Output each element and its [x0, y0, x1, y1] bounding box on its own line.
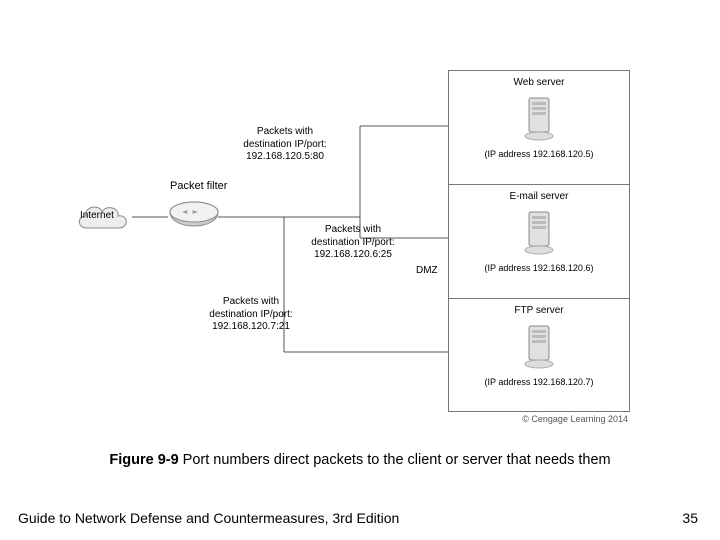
server-cell-ftp: FTP server (IP address 192.168.120.7): [449, 299, 629, 412]
server-icon: [449, 320, 629, 373]
server-ip: (IP address 192.168.120.7): [449, 377, 629, 387]
text: destination IP/port:: [311, 237, 394, 248]
packet-label-ftp: Packets with destination IP/port: 192.16…: [196, 296, 306, 334]
footer-book-title: Guide to Network Defense and Countermeas…: [18, 510, 399, 526]
text: destination IP/port:: [209, 309, 292, 320]
text: Packets with: [257, 126, 313, 137]
footer-page-number: 35: [682, 510, 698, 526]
text: Packets with: [223, 296, 279, 307]
text: 192.168.120.5:80: [246, 151, 324, 162]
copyright-text: © Cengage Learning 2014: [522, 414, 628, 424]
text: 192.168.120.6:25: [314, 249, 392, 260]
packet-filter-label: Packet filter: [170, 180, 227, 192]
network-diagram: Internet Packet filter Packets with dest…: [0, 0, 720, 430]
caption-text: Port numbers direct packets to the clien…: [179, 452, 611, 468]
server-title: Web server: [449, 71, 629, 88]
packet-label-mail: Packets with destination IP/port: 192.16…: [298, 224, 408, 262]
server-cell-mail: E-mail server (IP address 192.168.120.6): [449, 185, 629, 299]
text: Packets with: [325, 224, 381, 235]
server-icon: [449, 206, 629, 259]
server-cell-web: Web server (IP address 192.168.120.5): [449, 71, 629, 185]
packet-label-web: Packets with destination IP/port: 192.16…: [230, 126, 340, 164]
caption-figure-num: Figure 9-9: [109, 452, 178, 468]
internet-label: Internet: [80, 210, 114, 221]
dmz-box: Web server (IP address 192.168.120.5) E-…: [448, 70, 630, 412]
text: destination IP/port:: [243, 139, 326, 150]
dmz-label: DMZ: [416, 265, 438, 276]
text: 192.168.120.7:21: [212, 321, 290, 332]
server-title: FTP server: [449, 299, 629, 316]
server-icon: [449, 92, 629, 145]
router-icon: [168, 198, 220, 235]
server-ip: (IP address 192.168.120.5): [449, 149, 629, 159]
server-ip: (IP address 192.168.120.6): [449, 263, 629, 273]
server-title: E-mail server: [449, 185, 629, 202]
figure-caption: Figure 9-9 Port numbers direct packets t…: [0, 452, 720, 468]
